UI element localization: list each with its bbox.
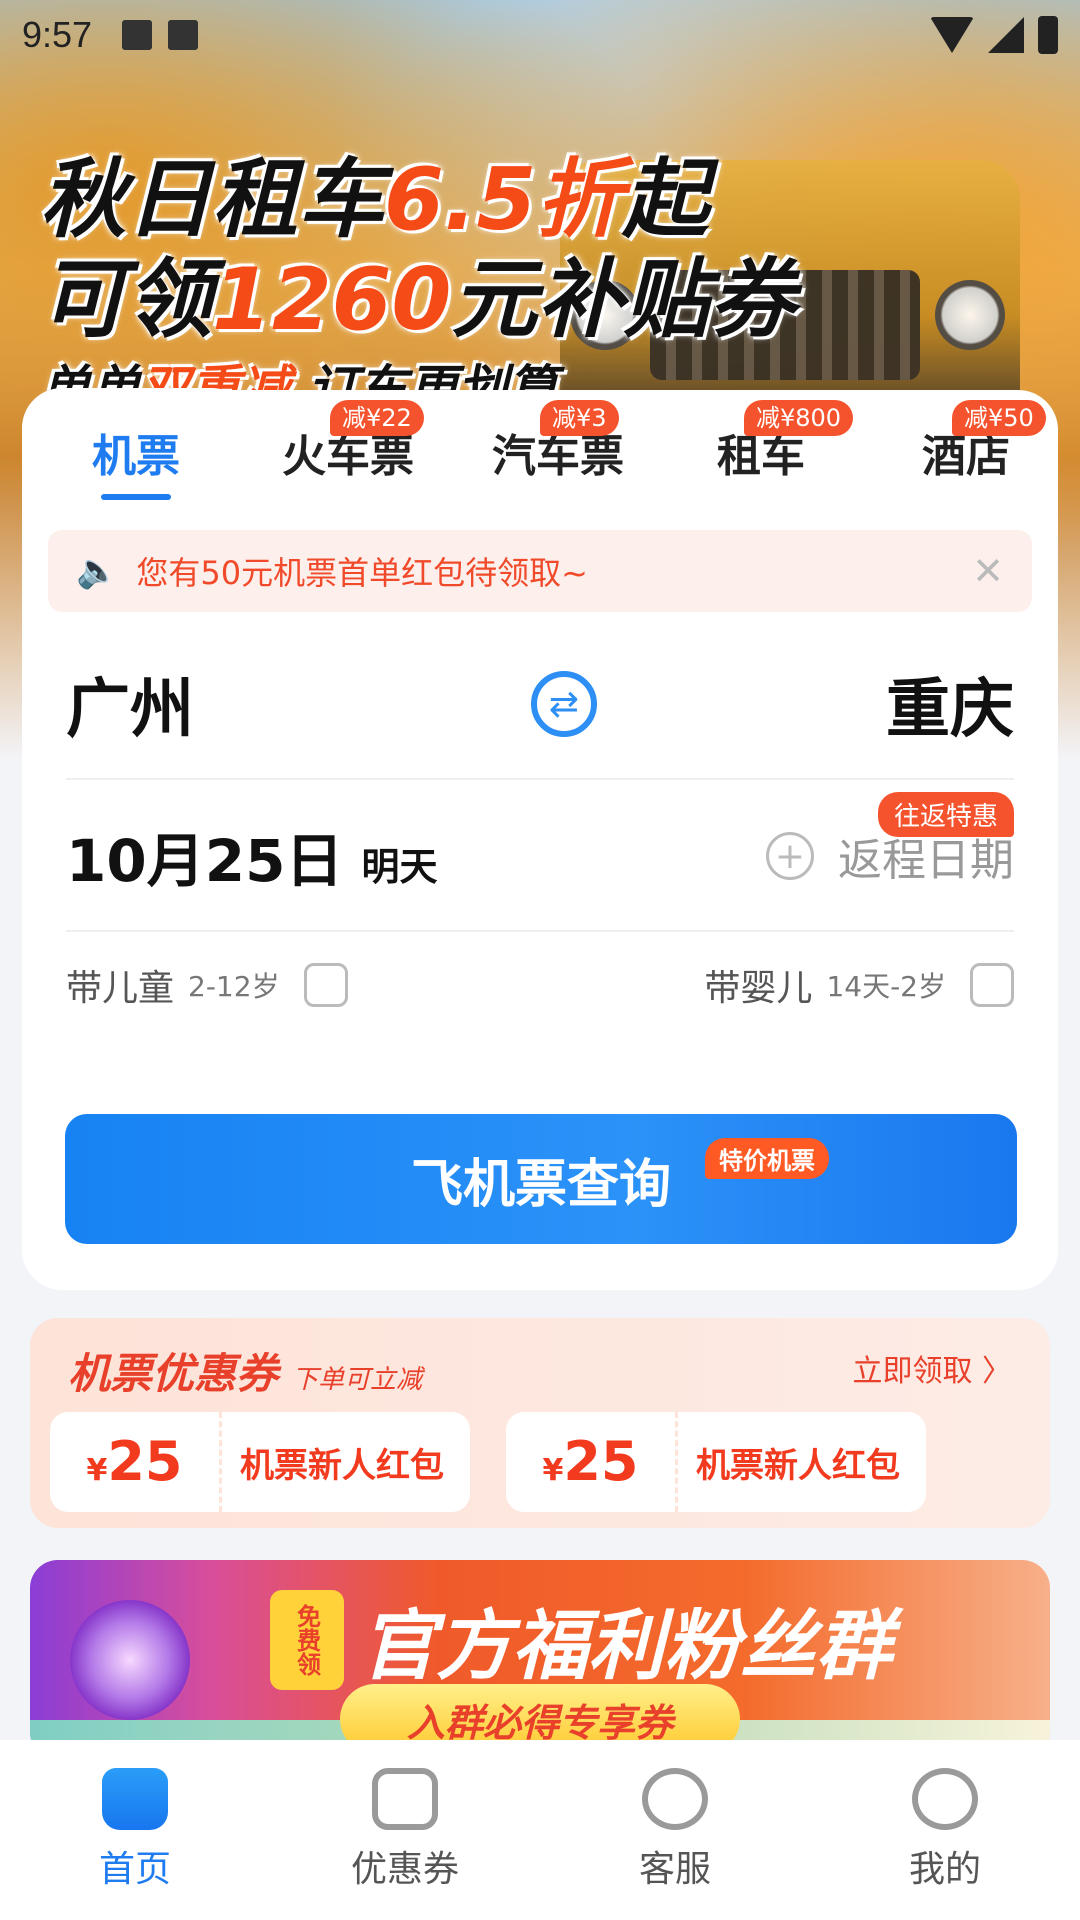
arrival-city[interactable]: 重庆: [886, 658, 1014, 750]
fan-group-banner[interactable]: 免费领 官方福利粉丝群 入群必得专享券: [30, 1560, 1050, 1760]
swap-cities-icon[interactable]: ⇄: [531, 671, 597, 737]
coupon-section: 机票优惠券 下单可立减 立即领取 〉 ¥25 机票新人红包 ¥25 机票新人红包: [30, 1318, 1050, 1528]
departure-date[interactable]: 10月25日: [66, 814, 343, 898]
chat-bot-icon: [642, 1768, 708, 1830]
fan-banner-title: 官方福利粉丝群: [360, 1601, 892, 1690]
signal-icon: [988, 17, 1024, 53]
battery-icon: [1038, 16, 1058, 54]
tab-flight[interactable]: 机票: [92, 420, 180, 500]
child-checkbox[interactable]: [303, 963, 348, 1007]
child-age: 2-12岁: [188, 970, 280, 1003]
search-card: 机票 火车票 减¥22 汽车票 减¥3 租车 减¥800 酒店 减¥50 🔈 您…: [22, 388, 1058, 1290]
notice-text: 您有50元机票首单红包待领取~: [136, 554, 588, 592]
speaker-icon: 🔈: [76, 551, 119, 591]
promo-text: 秋日租车6.5折起 可领1260元补贴券 单单双重减 订车更划算: [40, 150, 796, 418]
coupon-card[interactable]: ¥25 机票新人红包: [506, 1412, 926, 1512]
chat-bubble-icon: [70, 1600, 190, 1720]
claim-now-link[interactable]: 立即领取 〉: [852, 1346, 1012, 1390]
tab-badge: 减¥800: [744, 400, 854, 436]
tab-badge: 减¥3: [540, 400, 619, 436]
clock: 9:57: [22, 14, 93, 55]
red-packet-notice[interactable]: 🔈 您有50元机票首单红包待领取~ ✕: [48, 530, 1032, 612]
close-icon[interactable]: ✕: [972, 549, 1004, 593]
special-fare-badge: 特价机票: [705, 1138, 829, 1179]
nav-coupons[interactable]: 优惠券: [270, 1740, 540, 1920]
departure-city[interactable]: 广州: [66, 658, 194, 750]
route-selector: 广州 ⇄ 重庆: [66, 630, 1014, 780]
infant-label: 带婴儿: [704, 968, 813, 1009]
home-icon: [102, 1768, 168, 1830]
tab-badge: 减¥50: [952, 400, 1046, 436]
passenger-options: 带儿童 2-12岁 带婴儿 14天-2岁: [66, 950, 1014, 1020]
tab-badge: 减¥22: [330, 400, 424, 436]
nav-customer-service[interactable]: 客服: [540, 1740, 810, 1920]
accessibility-icon: [168, 20, 199, 50]
nav-profile[interactable]: 我的: [810, 1740, 1080, 1920]
child-label: 带儿童: [66, 968, 175, 1009]
coupon-subtitle: 下单可立减: [292, 1365, 423, 1395]
free-tag: 免费领: [270, 1590, 344, 1690]
wifi-icon: [930, 17, 974, 53]
infant-age: 14天-2岁: [826, 970, 946, 1003]
search-flights-button[interactable]: 飞机票查询 特价机票: [65, 1114, 1017, 1244]
tab-underline: [101, 494, 171, 500]
search-button-label: 飞机票查询: [410, 1154, 671, 1215]
tab-bar: 机票 火车票 减¥22 汽车票 减¥3 租车 减¥800 酒店 减¥50: [22, 390, 1058, 515]
profile-icon: [912, 1768, 978, 1830]
coupon-card[interactable]: ¥25 机票新人红包: [50, 1412, 470, 1512]
departure-date-sub: 明天: [361, 844, 438, 889]
coupon-title: 机票优惠券: [68, 1349, 279, 1398]
round-trip-badge: 往返特惠: [877, 792, 1014, 837]
plus-icon: +: [766, 832, 814, 880]
status-bar: 9:57: [0, 0, 1080, 70]
nav-home[interactable]: 首页: [0, 1740, 270, 1920]
infant-checkbox[interactable]: [970, 963, 1014, 1007]
ticket-icon: [372, 1768, 438, 1830]
date-selector: 10月25日 明天 + 返程日期 往返特惠: [66, 782, 1014, 932]
gallery-icon: [122, 20, 153, 50]
bottom-nav: 首页 优惠券 客服 我的: [0, 1740, 1080, 1920]
